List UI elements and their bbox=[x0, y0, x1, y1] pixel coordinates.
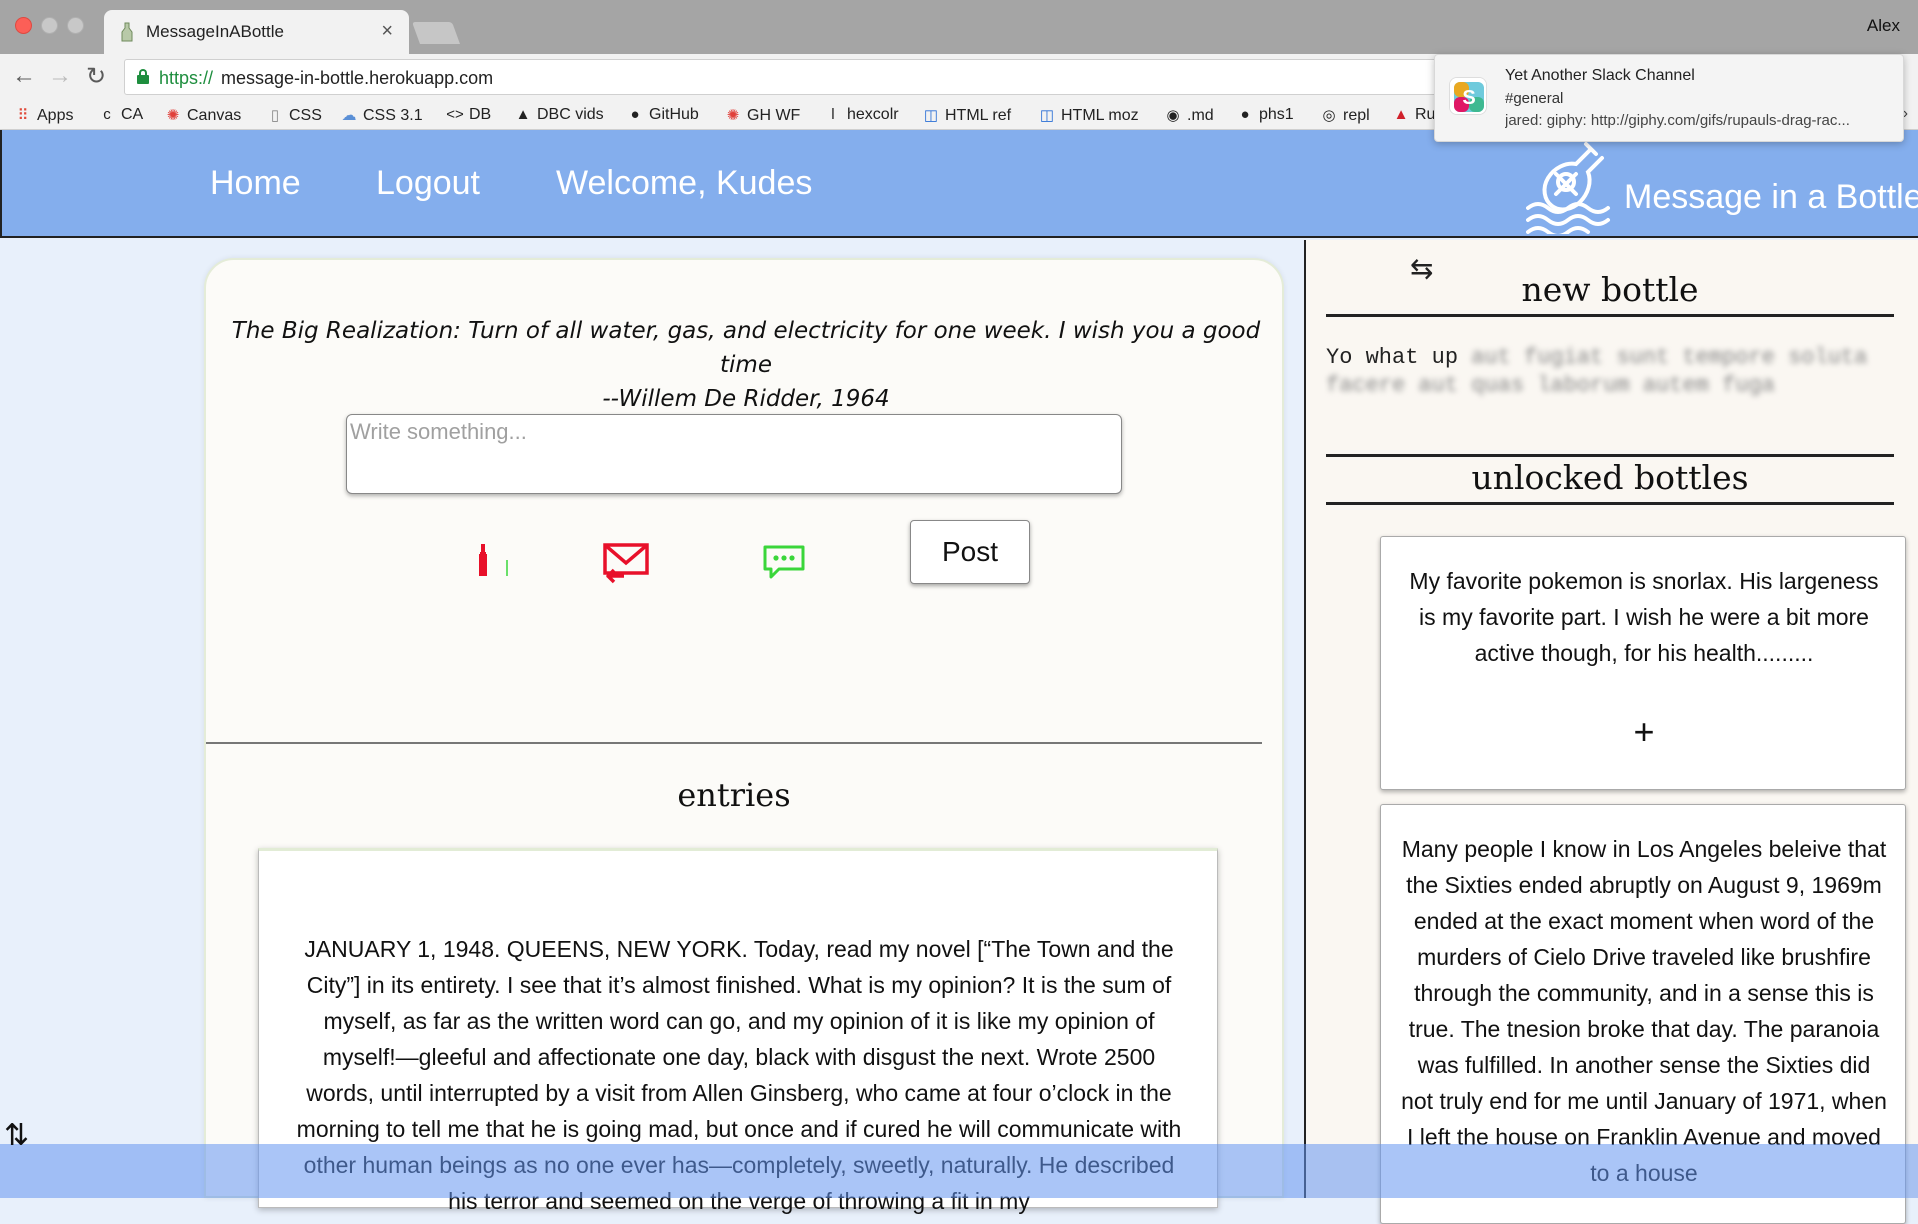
bottle-text: Many people I know in Los Angeles beleiv… bbox=[1401, 836, 1887, 1186]
compose-textarea[interactable] bbox=[346, 414, 1122, 494]
mdn-icon: ◫ bbox=[1039, 107, 1055, 124]
bookmark-ca[interactable]: c CA bbox=[98, 106, 143, 124]
bottle-logo-icon bbox=[1526, 142, 1610, 234]
bookmark-html-ref[interactable]: ◫ HTML ref bbox=[922, 106, 1011, 125]
nav-home-link[interactable]: Home bbox=[210, 164, 301, 203]
browser-tab-bar: MessageInABottle × Alex bbox=[0, 0, 1918, 54]
bottom-overlay bbox=[0, 1144, 1918, 1198]
slack-notification[interactable]: S Yet Another Slack Channel #general jar… bbox=[1434, 54, 1904, 142]
bookmark-ru[interactable]: ▲ Ru bbox=[1392, 106, 1436, 124]
new-tab-button[interactable] bbox=[411, 22, 461, 44]
tab-close-icon[interactable]: × bbox=[381, 20, 393, 43]
new-bottle-visible-text: Yo what up bbox=[1326, 345, 1472, 370]
profile-name[interactable]: Alex bbox=[1867, 16, 1900, 36]
bookmark-gh-wf[interactable]: ✺ GH WF bbox=[724, 106, 801, 125]
page-icon: ▯ bbox=[270, 107, 280, 124]
eye-icon: ◉ bbox=[1166, 107, 1180, 124]
canvas-icon: ✺ bbox=[166, 107, 180, 124]
eyedropper-icon: ǀ bbox=[831, 106, 835, 123]
apps-grid-icon: ⠿ bbox=[17, 107, 29, 124]
new-bottle-heading: new bottle bbox=[1521, 270, 1699, 309]
nav-logout-link[interactable]: Logout bbox=[376, 164, 480, 203]
repl-icon: ◎ bbox=[1322, 107, 1336, 124]
reload-icon[interactable]: ↻ bbox=[86, 62, 106, 91]
reply-mail-icon[interactable] bbox=[602, 542, 650, 591]
lock-icon bbox=[137, 69, 149, 84]
address-bar[interactable]: https:// message-in-bottle.herokuapp.com bbox=[124, 59, 1464, 95]
github-icon: ● bbox=[1240, 106, 1250, 123]
bottle-icon[interactable] bbox=[476, 542, 510, 583]
section-divider bbox=[206, 742, 1262, 744]
browser-tab[interactable]: MessageInABottle × bbox=[104, 10, 409, 54]
new-bottle-message[interactable]: Yo what up aut fugiat sunt tempore solut… bbox=[1326, 344, 1894, 400]
code-icon: <> bbox=[446, 106, 464, 123]
new-bottle-rule bbox=[1326, 314, 1894, 317]
post-button[interactable]: Post bbox=[910, 520, 1030, 584]
mdn-icon: ◫ bbox=[923, 107, 939, 124]
unlocked-bottle-card[interactable]: My favorite pokemon is snorlax. His larg… bbox=[1380, 536, 1906, 790]
cloud-icon: ☁ bbox=[341, 107, 357, 124]
slack-icon: S bbox=[1449, 77, 1487, 115]
chat-bubble-icon[interactable] bbox=[762, 544, 806, 585]
bottle-text: My favorite pokemon is snorlax. His larg… bbox=[1409, 568, 1879, 666]
bookmark-css[interactable]: ▯ CSS bbox=[266, 106, 322, 125]
tab-title: MessageInABottle bbox=[146, 22, 284, 41]
entries-heading: entries bbox=[677, 776, 791, 814]
ruby-icon: ▲ bbox=[1393, 106, 1409, 123]
lock-bookmark-icon: ▲ bbox=[515, 106, 531, 123]
bookmark-github[interactable]: ● GitHub bbox=[626, 106, 698, 124]
ca-icon: c bbox=[103, 106, 111, 123]
quote: The Big Realization: Turn of all water, … bbox=[206, 314, 1286, 416]
main-card: The Big Realization: Turn of all water, … bbox=[204, 258, 1286, 1214]
bookmark-hexcolr[interactable]: ǀ hexcolr bbox=[824, 106, 899, 124]
bookmark-phs1[interactable]: ● phs1 bbox=[1236, 106, 1293, 124]
minimize-window-button[interactable] bbox=[41, 17, 58, 34]
bookmark-md[interactable]: ◉ .md bbox=[1164, 106, 1213, 125]
url-scheme: https:// bbox=[159, 68, 214, 88]
welcome-text: Welcome, Kudes bbox=[556, 164, 813, 202]
url-host: message-in-bottle.herokuapp.com bbox=[221, 68, 494, 88]
bookmark-apps[interactable]: ⠿ Apps bbox=[14, 106, 74, 125]
logo-text: Message in a Bottle bbox=[1624, 178, 1918, 216]
notification-channel: #general bbox=[1505, 90, 1564, 107]
quote-text: The Big Realization: Turn of all water, … bbox=[231, 318, 1261, 378]
site-header: Home Logout Welcome, Kudes Message in a … bbox=[0, 130, 1918, 238]
unlocked-bottles-heading: unlocked bottles bbox=[1471, 458, 1749, 497]
sidebar: ⇆ new bottle Yo what up aut fugiat sunt … bbox=[1304, 240, 1918, 1224]
back-arrow-icon[interactable]: ← bbox=[12, 62, 36, 90]
unlocked-top-rule bbox=[1326, 454, 1894, 457]
site-logo[interactable]: Message in a Bottle bbox=[1526, 138, 1918, 234]
bookmark-css-3-1[interactable]: ☁ CSS 3.1 bbox=[340, 106, 423, 125]
bookmark-dbc-vids[interactable]: ▲ DBC vids bbox=[514, 106, 604, 124]
bookmark-canvas[interactable]: ✺ Canvas bbox=[164, 106, 242, 125]
notification-body: jared: giphy: http://giphy.com/gifs/rupa… bbox=[1505, 112, 1850, 129]
notification-title: Yet Another Slack Channel bbox=[1505, 67, 1695, 84]
expand-plus-button[interactable]: + bbox=[1381, 711, 1907, 753]
gh-wf-icon: ✺ bbox=[726, 107, 740, 124]
bookmark-html-moz[interactable]: ◫ HTML moz bbox=[1038, 106, 1139, 125]
bookmark-db[interactable]: <> DB bbox=[446, 106, 491, 124]
zoom-window-button[interactable] bbox=[67, 17, 84, 34]
close-window-button[interactable] bbox=[15, 17, 32, 34]
bookmark-repl[interactable]: ◎ repl bbox=[1320, 106, 1369, 125]
github-icon: ● bbox=[630, 106, 640, 123]
quote-attribution: --Willem De Ridder, 1964 bbox=[602, 386, 890, 412]
forward-arrow-icon[interactable]: → bbox=[48, 62, 72, 90]
unlocked-bottom-rule bbox=[1326, 502, 1894, 505]
bottle-favicon-icon bbox=[120, 22, 134, 42]
scroll-toggle-icon[interactable]: ⇅ bbox=[4, 1118, 29, 1153]
svg-text:S: S bbox=[1462, 87, 1475, 109]
